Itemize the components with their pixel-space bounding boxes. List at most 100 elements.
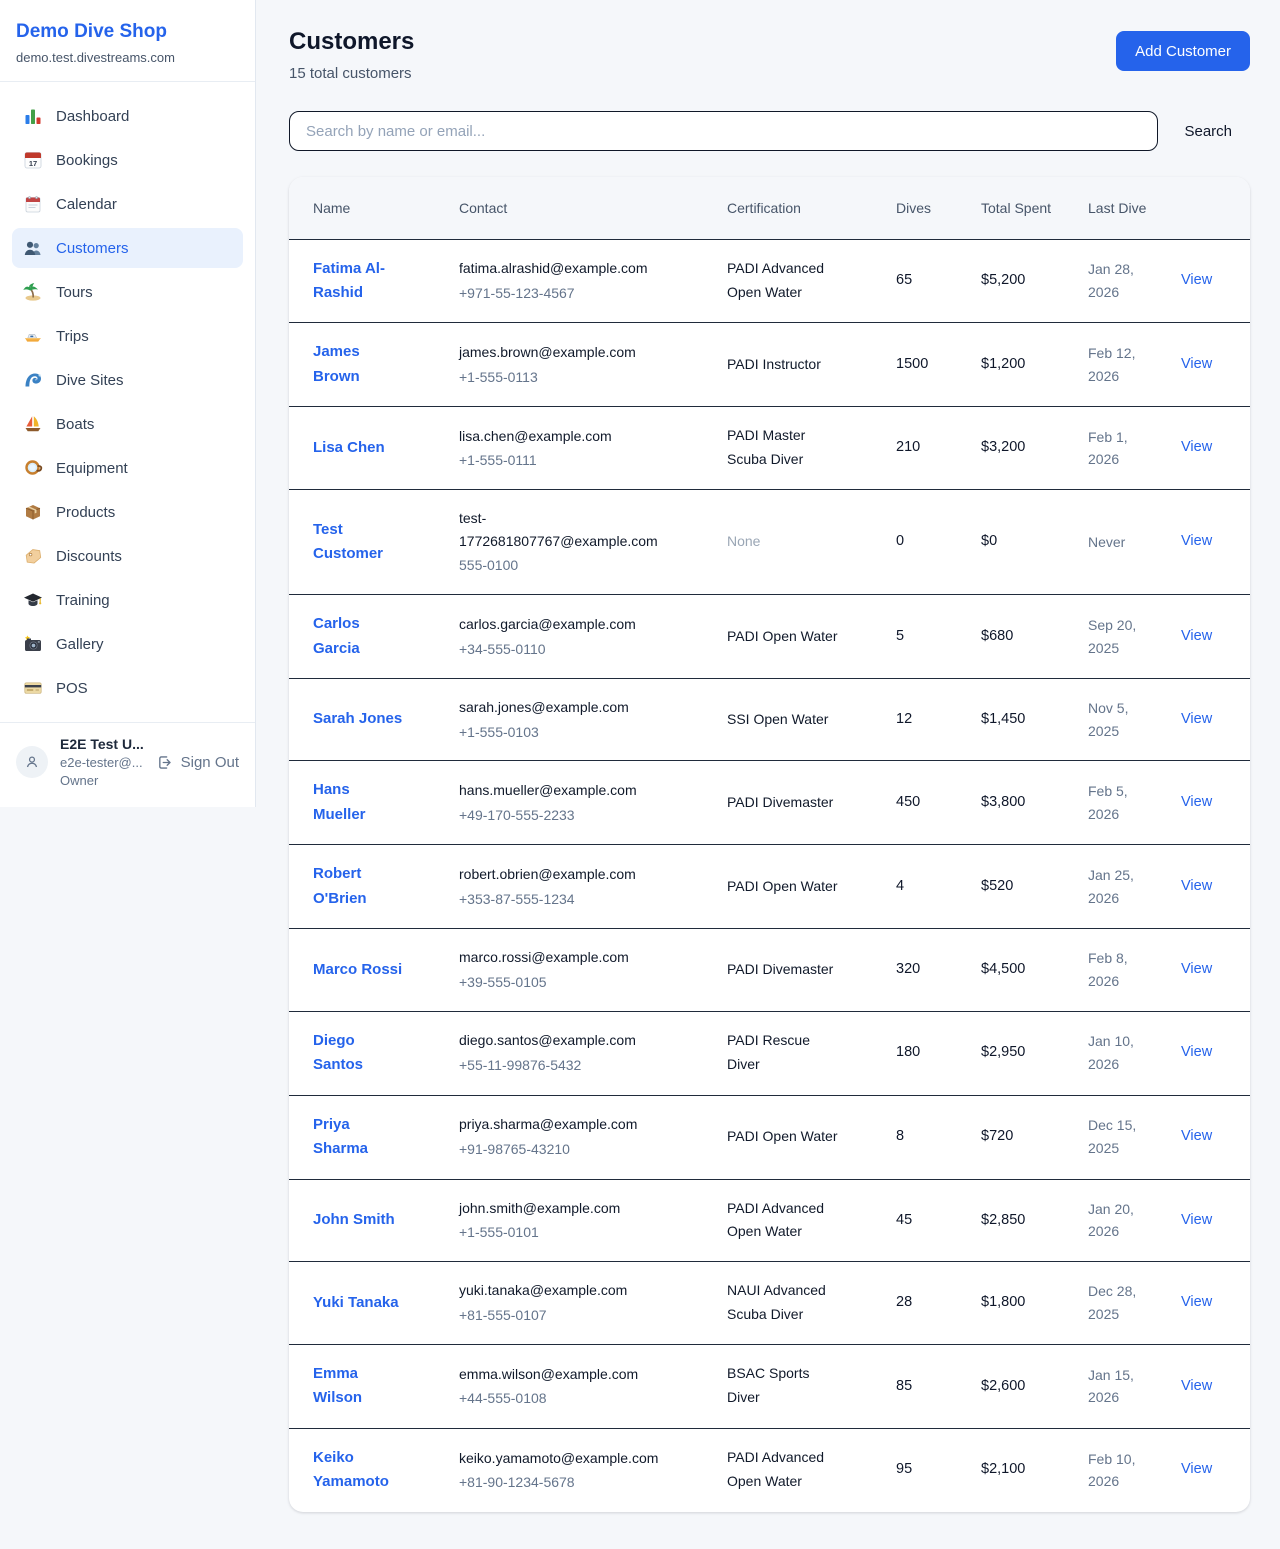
customer-name-link[interactable]: Hans Mueller (313, 781, 366, 822)
customer-dives: 28 (896, 1262, 981, 1345)
customer-dives: 4 (896, 845, 981, 929)
view-customer-link[interactable]: View (1181, 628, 1212, 644)
customer-certification: PADI Advanced Open Water (727, 1179, 896, 1262)
customer-dives: 450 (896, 761, 981, 845)
sidebar-item-products[interactable]: Products (12, 492, 243, 532)
customer-last-dive: Jan 25, 2026 (1088, 845, 1181, 929)
view-customer-link[interactable]: View (1181, 272, 1212, 288)
view-customer-link[interactable]: View (1181, 1212, 1212, 1228)
customer-phone: 555-0100 (459, 554, 661, 577)
customer-phone: +971-55-123-4567 (459, 282, 661, 305)
user-role: Owner (60, 773, 144, 788)
customer-name-link[interactable]: Sarah Jones (313, 710, 402, 727)
user-name: E2E Test U... (60, 736, 144, 752)
svg-text:17: 17 (29, 159, 37, 168)
customer-name-link[interactable]: Priya Sharma (313, 1116, 368, 1157)
customer-phone: +91-98765-43210 (459, 1138, 661, 1161)
sidebar-item-calendar[interactable]: Calendar (12, 184, 243, 224)
sign-out-icon (156, 754, 173, 771)
customer-name-link[interactable]: Marco Rossi (313, 961, 402, 978)
customer-total-spent: $3,800 (981, 761, 1088, 845)
diving-mask-icon (23, 458, 43, 478)
view-customer-link[interactable]: View (1181, 356, 1212, 372)
customer-name-link[interactable]: Diego Santos (313, 1032, 363, 1073)
table-row: Hans Muellerhans.mueller@example.com+49-… (289, 761, 1250, 845)
customer-email: lisa.chen@example.com (459, 425, 661, 448)
view-customer-link[interactable]: View (1181, 439, 1212, 455)
customer-phone: +44-555-0108 (459, 1387, 661, 1410)
package-icon (23, 502, 43, 522)
sidebar-item-customers[interactable]: Customers (12, 228, 243, 268)
customer-last-dive: Dec 15, 2025 (1088, 1095, 1181, 1179)
table-row: Robert O'Brienrobert.obrien@example.com+… (289, 845, 1250, 929)
customer-email: robert.obrien@example.com (459, 863, 661, 886)
wave-icon (23, 370, 43, 390)
sidebar-item-gallery[interactable]: Gallery (12, 624, 243, 664)
sidebar-item-bookings[interactable]: 17Bookings (12, 140, 243, 180)
customer-dives: 5 (896, 595, 981, 679)
customer-name-link[interactable]: Emma Wilson (313, 1365, 362, 1406)
customer-dives: 85 (896, 1344, 981, 1428)
customer-total-spent: $4,500 (981, 929, 1088, 1011)
sidebar-item-dashboard[interactable]: Dashboard (12, 96, 243, 136)
table-row: Carlos Garciacarlos.garcia@example.com+3… (289, 595, 1250, 679)
customer-name-link[interactable]: Yuki Tanaka (313, 1294, 399, 1311)
sign-out-button[interactable]: Sign Out (156, 754, 239, 771)
search-input[interactable] (289, 111, 1158, 151)
add-customer-button[interactable]: Add Customer (1116, 31, 1250, 71)
view-customer-link[interactable]: View (1181, 533, 1212, 549)
customer-phone: +1-555-0101 (459, 1221, 661, 1244)
table-row: Priya Sharmapriya.sharma@example.com+91-… (289, 1095, 1250, 1179)
customer-name-link[interactable]: Fatima Al-Rashid (313, 260, 385, 301)
customer-name-link[interactable]: Keiko Yamamoto (313, 1449, 389, 1490)
customer-email: diego.santos@example.com (459, 1029, 661, 1052)
search-button[interactable]: Search (1184, 111, 1232, 151)
sidebar-item-training[interactable]: Training (12, 580, 243, 620)
sidebar-item-dive-sites[interactable]: Dive Sites (12, 360, 243, 400)
customer-total-spent: $2,600 (981, 1344, 1088, 1428)
sidebar-item-pos[interactable]: POS (12, 668, 243, 708)
view-customer-link[interactable]: View (1181, 794, 1212, 810)
customer-name-link[interactable]: John Smith (313, 1211, 395, 1228)
page-header-text: Customers 15 total customers (289, 28, 414, 82)
customer-email: james.brown@example.com (459, 341, 661, 364)
customer-last-dive: Dec 28, 2025 (1088, 1262, 1181, 1345)
sidebar-item-label: Dive Sites (56, 372, 124, 389)
customer-name-link[interactable]: James Brown (313, 343, 360, 384)
sidebar-item-discounts[interactable]: Discounts (12, 536, 243, 576)
customer-count: 15 total customers (289, 65, 414, 82)
view-customer-link[interactable]: View (1181, 1378, 1212, 1394)
view-customer-link[interactable]: View (1181, 878, 1212, 894)
user-section: E2E Test U... e2e-tester@... Owner Sign … (0, 722, 255, 807)
sidebar-item-equipment[interactable]: Equipment (12, 448, 243, 488)
view-customer-link[interactable]: View (1181, 961, 1212, 977)
view-customer-link[interactable]: View (1181, 1128, 1212, 1144)
customer-name-link[interactable]: Test Customer (313, 521, 383, 562)
search-bar: Search (289, 111, 1250, 151)
sidebar-item-label: Training (56, 592, 110, 609)
customer-name-link[interactable]: Carlos Garcia (313, 615, 360, 656)
sidebar-item-trips[interactable]: Trips (12, 316, 243, 356)
customer-last-dive: Jan 10, 2026 (1088, 1011, 1181, 1095)
table-row: Emma Wilsonemma.wilson@example.com+44-55… (289, 1344, 1250, 1428)
view-customer-link[interactable]: View (1181, 1044, 1212, 1060)
sidebar-item-boats[interactable]: Boats (12, 404, 243, 444)
customer-certification: PADI Instructor (727, 323, 896, 407)
bookings-calendar-icon: 17 (23, 150, 43, 170)
calendar-icon (23, 194, 43, 214)
customer-name-link[interactable]: Lisa Chen (313, 439, 385, 456)
view-customer-link[interactable]: View (1181, 711, 1212, 727)
table-row: James Brownjames.brown@example.com+1-555… (289, 323, 1250, 407)
view-customer-link[interactable]: View (1181, 1461, 1212, 1477)
customer-total-spent: $680 (981, 595, 1088, 679)
customer-phone: +55-11-99876-5432 (459, 1054, 661, 1077)
table-row: Fatima Al-Rashidfatima.alrashid@example.… (289, 239, 1250, 323)
customer-name-link[interactable]: Robert O'Brien (313, 865, 367, 906)
view-customer-link[interactable]: View (1181, 1294, 1212, 1310)
customer-email: keiko.yamamoto@example.com (459, 1447, 661, 1470)
sailboat-icon (23, 414, 43, 434)
table-row: Yuki Tanakayuki.tanaka@example.com+81-55… (289, 1262, 1250, 1345)
sidebar-item-tours[interactable]: Tours (12, 272, 243, 312)
customer-last-dive: Feb 5, 2026 (1088, 761, 1181, 845)
user-email: e2e-tester@... (60, 755, 144, 770)
